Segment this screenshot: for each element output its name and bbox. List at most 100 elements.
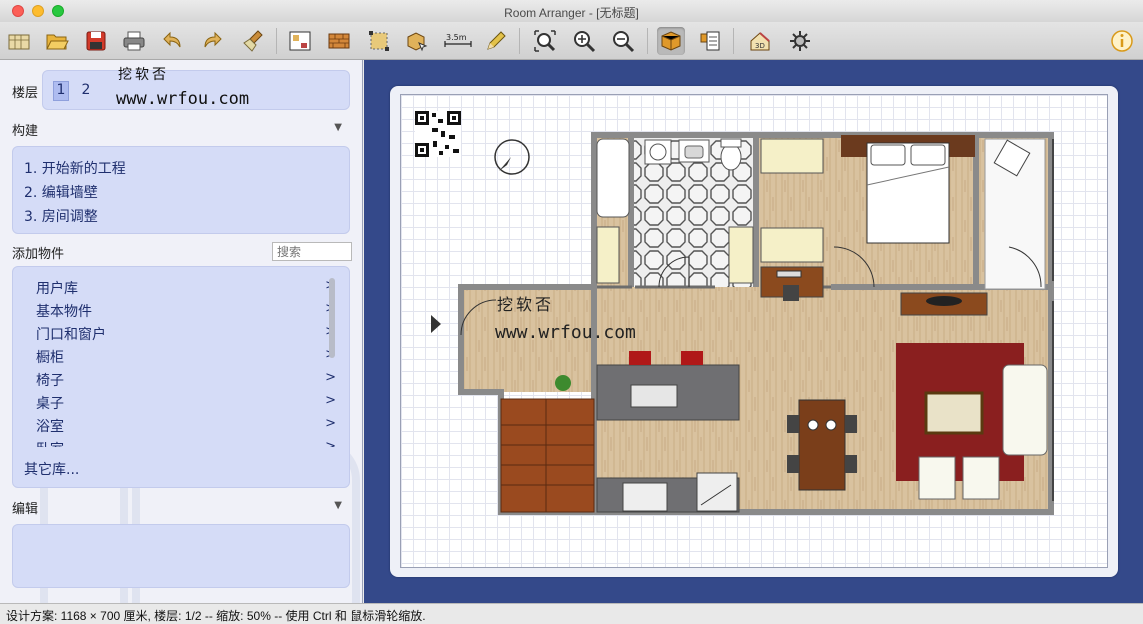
library-item-doors-windows[interactable]: 门口和窗户> <box>36 324 336 344</box>
zoom-fit-icon <box>534 30 556 52</box>
compass-icon <box>494 139 530 175</box>
new-project-button[interactable] <box>5 27 33 55</box>
dimension-button[interactable]: 3.5m <box>443 27 473 55</box>
draw-button[interactable] <box>482 27 510 55</box>
kitchen-sink <box>630 384 678 408</box>
stove <box>622 482 668 512</box>
object-list-icon <box>700 31 720 51</box>
svg-text:3.5m: 3.5m <box>446 33 467 42</box>
library-item-cabinets[interactable]: 橱柜> <box>36 347 336 367</box>
staircase <box>500 398 595 513</box>
qr-code <box>415 111 461 157</box>
room-properties-icon <box>289 31 311 51</box>
chevron-right-icon: > <box>325 393 336 408</box>
toolbar: 3.5m 3D <box>0 22 1143 60</box>
settings-gear-icon <box>790 31 810 51</box>
step-edit-walls[interactable]: 2. 编辑墙壁 <box>24 182 98 202</box>
status-bar: 设计方案: 1168 × 700 厘米, 楼层: 1/2 -- 缩放: 50% … <box>0 603 1143 624</box>
redo-button[interactable] <box>199 27 227 55</box>
move-objects-icon <box>407 32 428 52</box>
entrance-arrow-icon <box>431 315 441 333</box>
title-bar: Room Arranger - [无标题] <box>0 0 1143 22</box>
save-button[interactable] <box>82 27 110 55</box>
toilet <box>720 143 742 171</box>
tv <box>926 296 962 306</box>
pencil-icon <box>487 31 506 50</box>
collapse-build-icon[interactable]: ▼ <box>334 122 342 133</box>
edit-box <box>12 524 350 588</box>
chevron-right-icon: > <box>325 416 336 431</box>
wardrobe <box>760 138 824 174</box>
library-item-label: 基本物件 <box>36 304 92 320</box>
open-button[interactable] <box>43 27 71 55</box>
library-item-user[interactable]: 用户库> <box>36 278 336 298</box>
search-input[interactable] <box>272 242 352 261</box>
clean-button[interactable] <box>240 27 268 55</box>
floor-plan: 挖软否 www.wrfou.com <box>415 111 1054 515</box>
library-item-label: 门口和窗户 <box>36 327 106 343</box>
floor-2-tab[interactable]: 2 <box>78 82 94 102</box>
room-arranger-window: Room Arranger - [无标题] 3.5m 3D 楼层 1 2 挖软否… <box>0 0 1143 624</box>
library-item-bathroom[interactable]: 浴室 > <box>36 416 336 436</box>
print-icon <box>123 31 145 51</box>
watermark-text: 挖软否 <box>118 67 169 83</box>
library-item-tables[interactable]: 桌子 > <box>36 393 336 413</box>
room-properties-button[interactable] <box>286 27 314 55</box>
office-chair <box>783 285 799 301</box>
library-item-label: 椅子 <box>36 373 64 389</box>
build-section-label: 构建 <box>12 124 39 139</box>
new-project-icon <box>8 34 30 50</box>
3d-box-icon <box>661 31 681 51</box>
fridge <box>696 472 738 512</box>
3d-objects-toggle[interactable] <box>657 27 685 55</box>
dimension-icon: 3.5m <box>444 33 472 47</box>
plan-watermark-url: www.wrfou.com <box>495 322 636 343</box>
floor-plan-paper[interactable]: 挖软否 www.wrfou.com <box>400 94 1108 568</box>
window-title: Room Arranger - [无标题] <box>504 6 639 20</box>
library-scrollbar[interactable] <box>329 278 335 358</box>
wardrobe-2 <box>760 227 824 263</box>
plan-watermark-text: 挖软否 <box>497 295 554 314</box>
sofa <box>1002 364 1048 456</box>
coffee-table <box>924 391 984 435</box>
library-list: 用户库> 基本物件> 门口和窗户> 橱柜> 椅子 > 桌子 > 浴室 > 卧室 > <box>12 267 350 447</box>
library-item-chairs[interactable]: 椅子 > <box>36 370 336 390</box>
clean-brush-icon <box>243 30 263 52</box>
select-area-icon <box>369 31 389 51</box>
info-icon <box>1111 30 1133 52</box>
plan-canvas[interactable]: 挖软否 www.wrfou.com <box>364 60 1143 603</box>
bath-cabinet-2 <box>728 226 754 284</box>
collapse-edit-icon[interactable]: ▼ <box>334 500 342 511</box>
undo-icon <box>163 31 181 48</box>
3d-view-button[interactable]: 3D <box>746 27 774 55</box>
undo-button[interactable] <box>158 27 186 55</box>
svg-text:3D: 3D <box>755 42 765 50</box>
library-item-basic[interactable]: 基本物件> <box>36 301 336 321</box>
house-3d-icon: 3D <box>750 32 770 51</box>
paper-frame: 挖软否 www.wrfou.com <box>390 86 1118 577</box>
floor-1-tab[interactable]: 1 <box>53 81 69 101</box>
zoom-fit-button[interactable] <box>531 27 559 55</box>
library-item-label: 卧室 <box>36 442 64 447</box>
bar-stool-2 <box>681 351 703 365</box>
info-button[interactable] <box>1108 27 1136 55</box>
zoom-in-icon <box>574 31 596 53</box>
select-area-button[interactable] <box>365 27 393 55</box>
object-list-button[interactable] <box>696 27 724 55</box>
watermark-url: www.wrfou.com <box>116 89 250 109</box>
library-item-bedroom[interactable]: 卧室 > <box>36 439 336 447</box>
zoom-in-button[interactable] <box>570 27 598 55</box>
other-libraries-link[interactable]: 其它库... <box>24 459 79 479</box>
move-objects-button[interactable] <box>403 27 431 55</box>
add-objects-label: 添加物件 <box>12 247 65 262</box>
armchair-right <box>962 456 1000 500</box>
step-start-project[interactable]: 1. 开始新的工程 <box>24 158 126 178</box>
settings-button[interactable] <box>786 27 814 55</box>
zoom-out-button[interactable] <box>609 27 637 55</box>
wall-button[interactable] <box>325 27 353 55</box>
step-adjust-rooms[interactable]: 3. 房间调整 <box>24 206 98 226</box>
print-button[interactable] <box>120 27 148 55</box>
chevron-right-icon: > <box>325 439 336 447</box>
bath-cabinet <box>596 226 620 284</box>
open-folder-icon <box>46 34 69 50</box>
